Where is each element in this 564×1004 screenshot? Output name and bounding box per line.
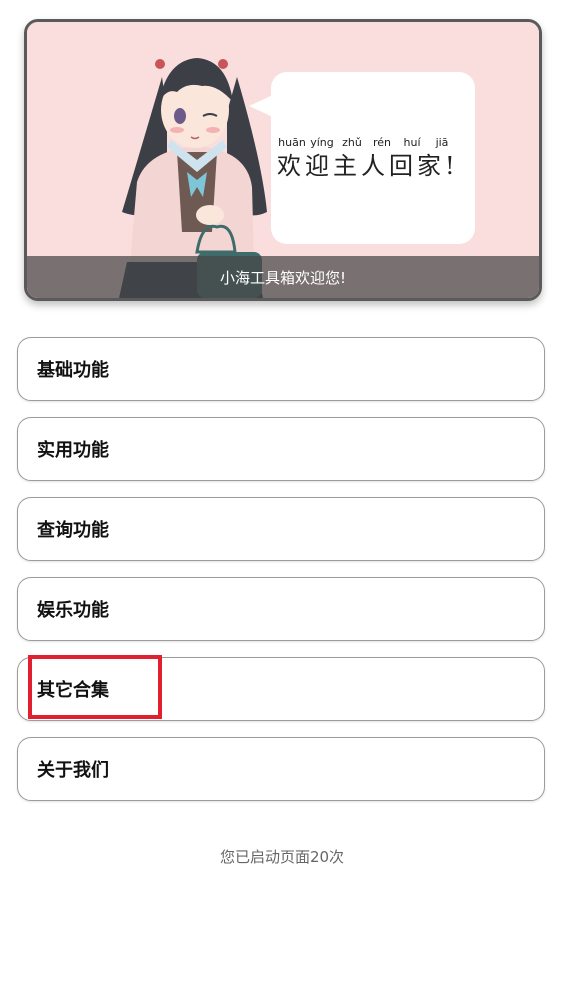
launch-count-text: 您已启动页面20次 (219, 848, 345, 866)
greeting-text: 欢迎主人回家! (277, 152, 459, 180)
banner-caption: 小海工具箱欢迎您! (27, 256, 539, 298)
welcome-banner: huān yíng zhǔ rén huí jiā 欢迎主人回家! 小海工具箱欢… (24, 19, 542, 301)
menu-item-entertainment-functions[interactable]: 娱乐功能 (17, 577, 545, 641)
app-screen: huān yíng zhǔ rén huí jiā 欢迎主人回家! 小海工具箱欢… (0, 0, 564, 1004)
menu-item-basic-functions[interactable]: 基础功能 (17, 337, 545, 401)
menu-item-query-functions[interactable]: 查询功能 (17, 497, 545, 561)
menu-item-practical-functions[interactable]: 实用功能 (17, 417, 545, 481)
menu-item-about-us[interactable]: 关于我们 (17, 737, 545, 801)
menu-item-other-collection[interactable]: 其它合集 (17, 657, 545, 721)
